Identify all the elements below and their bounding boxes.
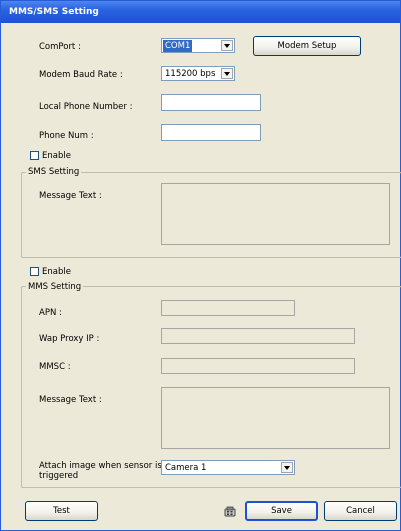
save-button[interactable]: Save — [245, 501, 318, 521]
window-title: MMS/SMS Setting — [1, 1, 400, 23]
wap-proxy-input[interactable] — [161, 328, 355, 344]
sms-message-label: Message Text : — [39, 191, 102, 201]
local-phone-label: Local Phone Number : — [39, 102, 133, 112]
comport-select[interactable]: COM1 — [161, 38, 235, 53]
modem-setup-button[interactable]: Modem Setup — [253, 36, 361, 56]
comport-label: ComPort : — [39, 42, 81, 52]
mms-sms-setting-window: MMS/SMS Setting ComPort : COM1 Modem Set… — [0, 0, 401, 531]
chevron-down-icon[interactable] — [221, 68, 233, 79]
mms-message-textarea[interactable] — [161, 387, 390, 449]
mms-enable-label: Enable — [42, 267, 71, 277]
sms-enable-checkbox[interactable] — [30, 151, 39, 160]
attach-image-label-line2: triggered — [39, 471, 79, 481]
mmsc-label: MMSC : — [39, 362, 71, 372]
sms-enable-label: Enable — [42, 151, 71, 161]
baud-rate-value: 115200 bps — [165, 69, 216, 79]
chevron-down-icon[interactable] — [221, 40, 233, 51]
apn-input[interactable] — [161, 300, 295, 316]
cancel-button[interactable]: Cancel — [324, 501, 397, 521]
mms-setting-legend: MMS Setting — [26, 281, 84, 293]
apn-label: APN : — [39, 308, 62, 318]
comport-value: COM1 — [163, 40, 193, 52]
mms-enable-checkbox[interactable] — [30, 267, 39, 276]
local-phone-input[interactable] — [161, 94, 261, 111]
baud-rate-select[interactable]: 115200 bps — [161, 66, 235, 81]
attach-camera-select[interactable]: Camera 1 — [161, 460, 295, 475]
mmsc-input[interactable] — [161, 358, 355, 374]
attach-camera-value: Camera 1 — [165, 463, 207, 473]
wap-proxy-label: Wap Proxy IP : — [39, 334, 100, 344]
phone-num-input[interactable] — [161, 124, 261, 141]
chevron-down-icon[interactable] — [281, 462, 293, 473]
test-button[interactable]: Test — [25, 501, 98, 521]
sms-message-textarea[interactable] — [161, 183, 390, 245]
sms-setting-legend: SMS Setting — [26, 166, 82, 178]
phone-num-label: Phone Num : — [39, 131, 94, 141]
phone-icon[interactable] — [223, 504, 237, 518]
baud-rate-label: Modem Baud Rate : — [39, 70, 123, 80]
mms-message-label: Message Text : — [39, 395, 102, 405]
